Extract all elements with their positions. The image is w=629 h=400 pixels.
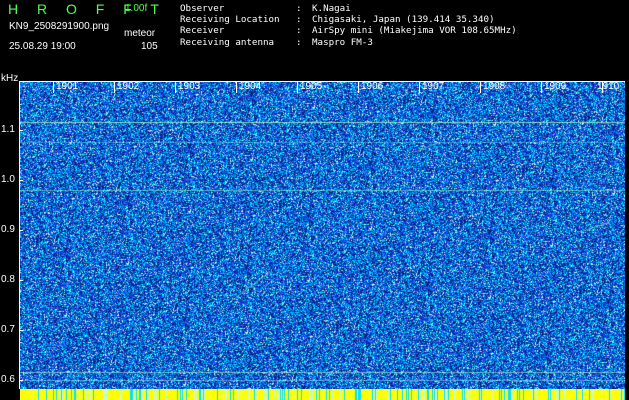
y-axis-line <box>19 81 20 389</box>
filename-label: KN9_2508291900.png <box>9 21 110 32</box>
info-colon: : <box>296 14 302 26</box>
y-tick-1-0 <box>19 180 23 181</box>
y-tick-0-7 <box>19 330 23 331</box>
x-tick-label: 1905 <box>300 81 323 92</box>
signal-strip <box>20 389 625 400</box>
x-tick-label: 1901 <box>56 81 79 92</box>
x-tick <box>480 81 481 93</box>
info-label: Observer <box>180 3 225 14</box>
x-tick-label: 1910 <box>597 81 620 92</box>
y-tick-label: 0.6 <box>1 374 15 385</box>
x-tick <box>175 81 176 93</box>
datetime-label: 25.08.29 19:00 <box>9 41 76 52</box>
x-tick-label: 1908 <box>483 81 506 92</box>
info-value: AirSpy mini (Miakejima VOR 108.65MHz) <box>312 25 517 37</box>
info-value: K.Nagai <box>312 3 351 14</box>
x-tick <box>297 81 298 93</box>
x-tick <box>114 81 115 93</box>
info-colon: : <box>296 36 302 48</box>
x-tick-label: 1907 <box>422 81 445 92</box>
x-tick <box>541 81 542 93</box>
x-tick <box>419 81 420 93</box>
x-tick-label: 1902 <box>117 81 140 92</box>
info-colon: : <box>296 25 302 37</box>
y-tick-label: 1.0 <box>1 174 15 185</box>
spectrogram-canvas <box>20 82 625 389</box>
x-tick-label: 1906 <box>361 81 384 92</box>
x-tick-label: 1903 <box>178 81 201 92</box>
y-tick-label: 1.1 <box>1 124 15 135</box>
info-colon: : <box>296 3 302 14</box>
x-tick <box>236 81 237 93</box>
info-label: Receiving Location <box>180 14 280 26</box>
y-tick-0-6 <box>19 380 23 381</box>
y-tick-label: 0.9 <box>1 224 15 235</box>
info-label: Receiving antenna <box>180 36 275 48</box>
x-tick <box>358 81 359 93</box>
info-value: Maspro FM-3 <box>312 36 373 48</box>
version-label: 1.00f <box>125 3 148 14</box>
count-label: 105 <box>141 41 158 52</box>
info-value: Chigasaki, Japan (139.414 35.340) <box>312 14 495 26</box>
y-tick-label: 0.7 <box>1 324 15 335</box>
info-label: Receiver <box>180 25 225 37</box>
y-tick-0-9 <box>19 230 23 231</box>
x-tick-label: 1909 <box>544 81 567 92</box>
x-tick-label: 1904 <box>239 81 262 92</box>
y-tick-1-1 <box>19 130 23 131</box>
mode-label: meteor <box>124 28 156 39</box>
y-tick-label: 0.8 <box>1 274 15 285</box>
x-tick <box>53 81 54 93</box>
y-axis-unit: kHz <box>1 73 19 84</box>
y-tick-0-8 <box>19 280 23 281</box>
